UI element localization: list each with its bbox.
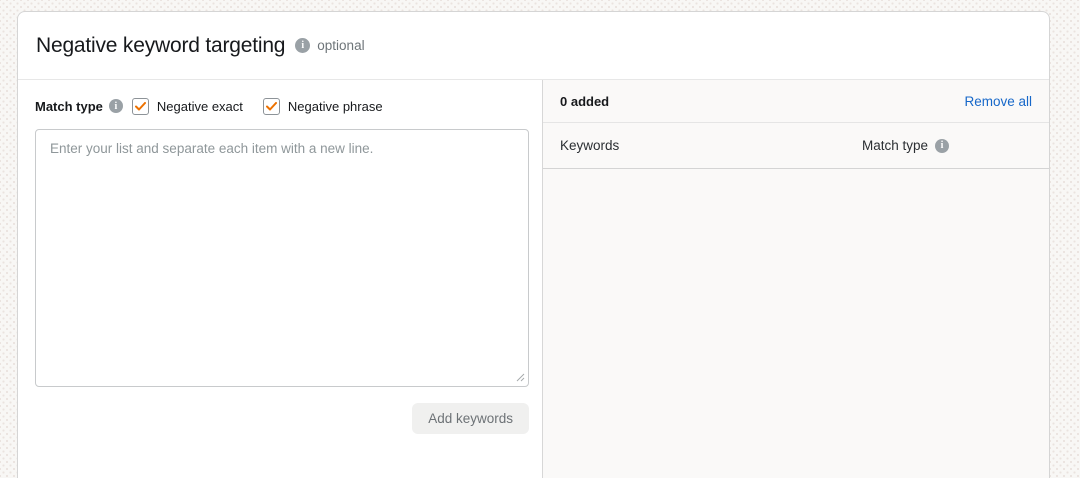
card-body: Match type i Negative exact: [18, 80, 1049, 478]
textarea-wrapper: [35, 129, 529, 387]
info-icon[interactable]: i: [295, 38, 310, 53]
info-icon[interactable]: i: [935, 139, 949, 153]
page-background: { "header": { "title": "Negative keyword…: [0, 0, 1080, 478]
page-title: Negative keyword targeting: [36, 34, 285, 58]
added-keywords-panel: 0 added Remove all Keywords Match type i: [542, 80, 1049, 478]
checkbox-negative-exact[interactable]: Negative exact: [132, 98, 243, 115]
card-header: Negative keyword targeting i optional: [18, 12, 1049, 80]
added-count: 0 added: [560, 94, 609, 109]
match-type-row: Match type i Negative exact: [35, 96, 529, 116]
checkbox-label: Negative phrase: [288, 99, 383, 114]
checkbox-negative-phrase[interactable]: Negative phrase: [263, 98, 383, 115]
keyword-entry-panel: Match type i Negative exact: [18, 80, 542, 478]
added-summary-row: 0 added Remove all: [543, 80, 1049, 123]
button-row: Add keywords: [35, 403, 529, 434]
checkbox-label: Negative exact: [157, 99, 243, 114]
remove-all-link[interactable]: Remove all: [964, 94, 1032, 109]
optional-label: optional: [317, 38, 364, 53]
keyword-list-input[interactable]: [35, 129, 529, 387]
column-header-keywords: Keywords: [560, 138, 619, 153]
column-header-match-type-label: Match type: [862, 138, 928, 153]
negative-keyword-targeting-card: Negative keyword targeting i optional Ma…: [17, 11, 1050, 478]
checkbox-box[interactable]: [132, 98, 149, 115]
info-icon[interactable]: i: [109, 99, 123, 113]
checkbox-box[interactable]: [263, 98, 280, 115]
add-keywords-button[interactable]: Add keywords: [412, 403, 529, 434]
column-header-row: Keywords Match type i: [543, 123, 1049, 169]
column-header-match-type: Match type i: [862, 138, 949, 153]
check-icon: [266, 102, 277, 111]
check-icon: [135, 102, 146, 111]
match-type-label: Match type: [35, 99, 103, 114]
keywords-list: [543, 169, 1049, 478]
